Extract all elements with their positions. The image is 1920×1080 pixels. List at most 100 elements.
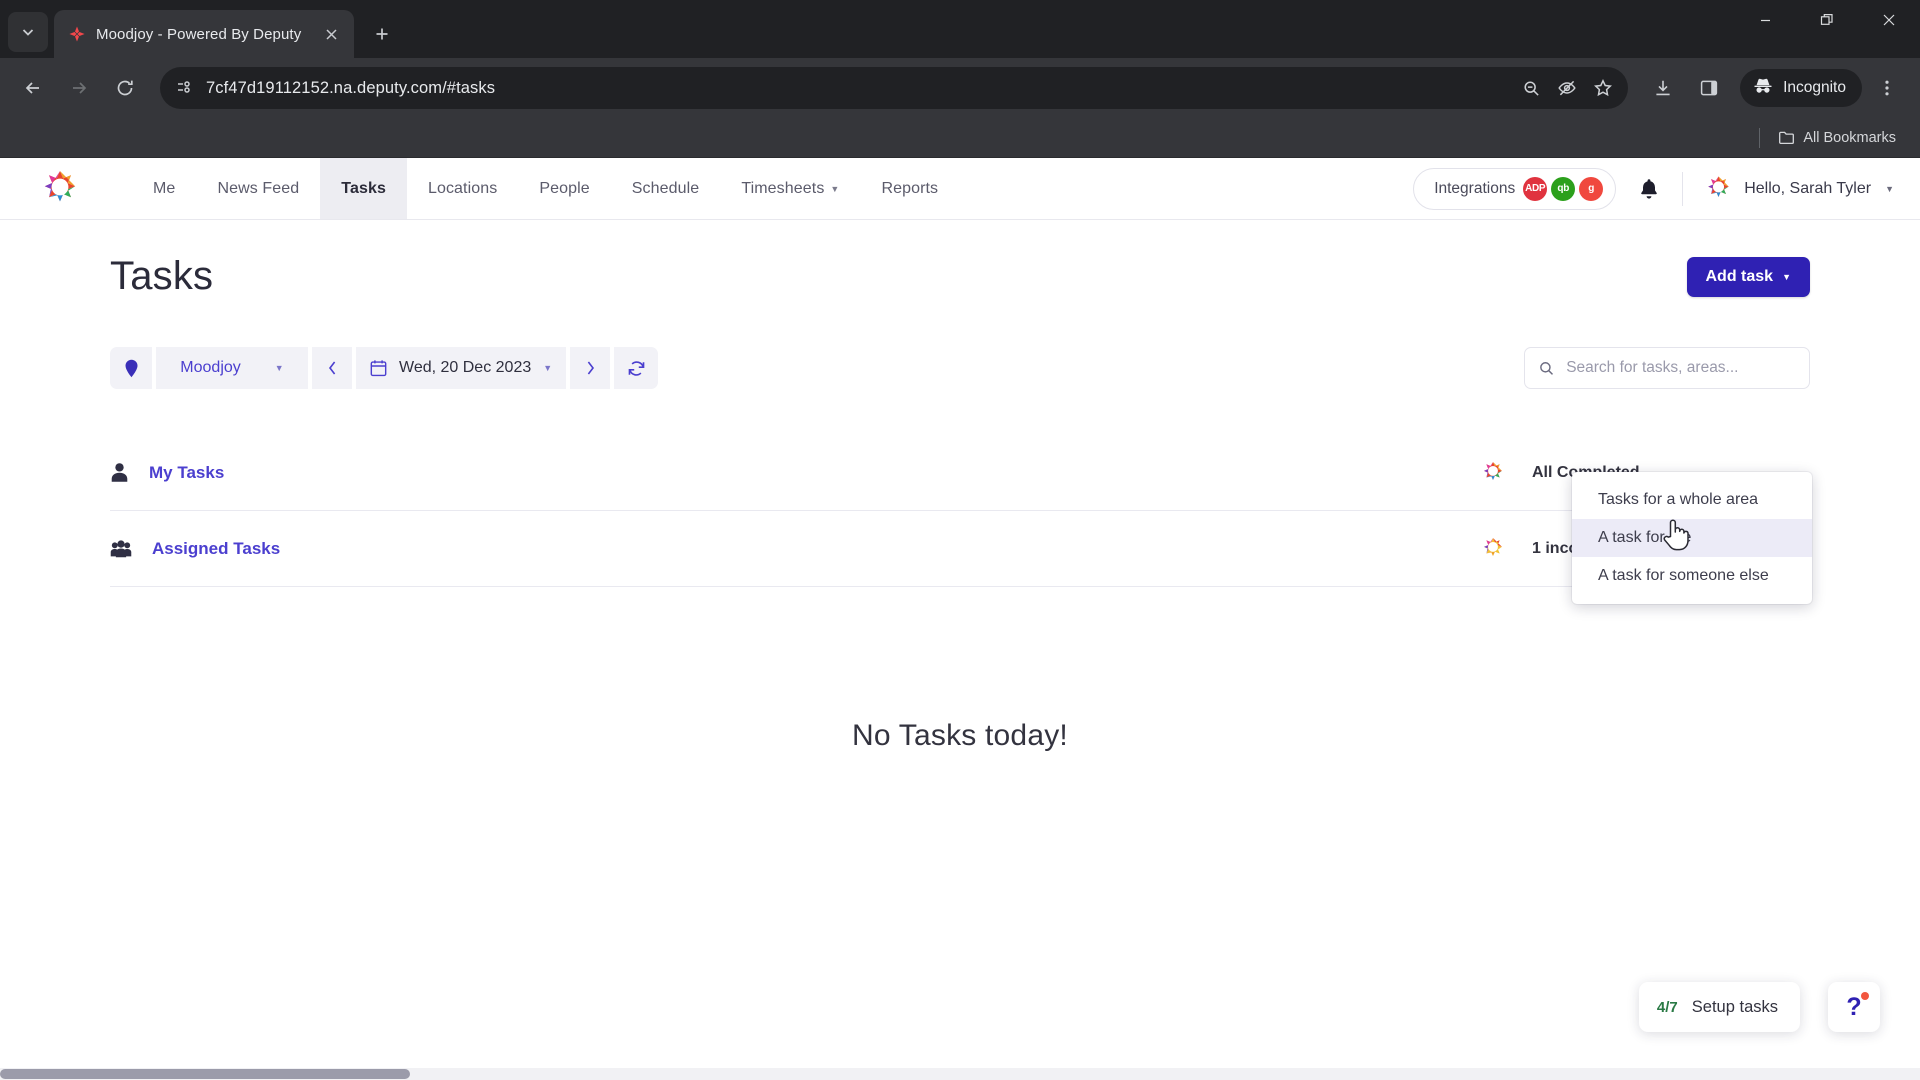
incognito-hat-icon bbox=[1752, 75, 1774, 102]
help-question-icon: ? bbox=[1846, 992, 1862, 1021]
task-group-left: Assigned Tasks bbox=[110, 539, 280, 559]
setup-tasks-count: 4/7 bbox=[1656, 998, 1678, 1016]
caret-down-icon: ▼ bbox=[830, 183, 840, 194]
browser-window: Moodjoy - Powered By Deputy 7cf47d191121… bbox=[0, 0, 1920, 1080]
restore-icon[interactable] bbox=[1796, 0, 1858, 40]
window-controls bbox=[1734, 0, 1920, 58]
tab-strip: Moodjoy - Powered By Deputy bbox=[0, 0, 1920, 58]
integrations-button[interactable]: Integrations ADP qb g bbox=[1413, 167, 1617, 210]
search-box[interactable] bbox=[1524, 347, 1810, 389]
menu-item-tasks-for-a-whole-area[interactable]: Tasks for a whole area bbox=[1572, 481, 1812, 519]
nav-item-reports[interactable]: Reports bbox=[860, 158, 959, 219]
filter-bar: Moodjoy ▼ Wed, 20 Dec 2023 ▼ Search for … bbox=[110, 347, 1810, 389]
user-avatar-star bbox=[1708, 176, 1729, 197]
calendar-icon bbox=[370, 360, 387, 377]
notifications-button[interactable] bbox=[1616, 177, 1682, 201]
nav-item-locations[interactable]: Locations bbox=[407, 158, 518, 219]
all-bookmarks-label: All Bookmarks bbox=[1803, 129, 1896, 146]
user-menu[interactable]: Hello, Sarah Tyler ▼ bbox=[1683, 175, 1894, 202]
progress-ring-complete bbox=[1484, 461, 1502, 480]
nav-item-label: Reports bbox=[881, 179, 939, 197]
nav-item-label: Tasks bbox=[341, 179, 386, 197]
setup-tasks-widget[interactable]: 4/7 Setup tasks bbox=[1638, 982, 1800, 1032]
nav-item-news-feed[interactable]: News Feed bbox=[196, 158, 320, 219]
refresh-icon bbox=[628, 360, 644, 376]
location-value: Moodjoy bbox=[180, 359, 241, 376]
window-close-icon[interactable] bbox=[1858, 0, 1920, 40]
folder-icon bbox=[1779, 131, 1795, 145]
chevron-down-icon: ▼ bbox=[1885, 183, 1894, 194]
location-select[interactable]: Moodjoy ▼ bbox=[156, 347, 308, 389]
nav-item-tasks[interactable]: Tasks bbox=[320, 158, 407, 219]
group-people-icon bbox=[110, 539, 132, 557]
back-arrow-icon[interactable] bbox=[12, 67, 54, 109]
nav-item-people[interactable]: People bbox=[518, 158, 610, 219]
search-input[interactable] bbox=[1566, 359, 1795, 377]
side-panel-icon[interactable] bbox=[1688, 67, 1730, 109]
tab-close-icon[interactable] bbox=[318, 21, 344, 47]
task-group-left: My Tasks bbox=[110, 462, 224, 483]
search-icon bbox=[1540, 361, 1554, 375]
page-viewport: Me News Feed Tasks Locations People Sche… bbox=[0, 158, 1920, 1080]
three-dot-menu-icon[interactable] bbox=[1866, 67, 1908, 109]
nav-item-timesheets[interactable]: Timesheets ▼ bbox=[720, 158, 860, 219]
browser-tab[interactable]: Moodjoy - Powered By Deputy bbox=[54, 10, 354, 58]
incognito-indicator[interactable]: Incognito bbox=[1740, 69, 1862, 107]
prev-day-button[interactable] bbox=[312, 347, 352, 389]
single-person-icon bbox=[111, 463, 128, 482]
minimize-icon[interactable] bbox=[1734, 0, 1796, 40]
reload-icon[interactable] bbox=[104, 67, 146, 109]
integrations-label: Integrations bbox=[1434, 179, 1516, 197]
page-title: Tasks bbox=[110, 254, 214, 298]
horizontal-scrollbar-track[interactable] bbox=[0, 1068, 1920, 1080]
menu-item-a-task-for-someone-else[interactable]: A task for someone else bbox=[1572, 557, 1812, 595]
user-greeting: Hello, Sarah Tyler bbox=[1744, 179, 1872, 197]
caret-down-icon: ▼ bbox=[543, 363, 553, 373]
site-settings-icon[interactable] bbox=[174, 77, 196, 99]
nav-item-label: News Feed bbox=[217, 179, 300, 197]
address-bar-url: 7cf47d19112152.na.deputy.com/#tasks bbox=[206, 78, 496, 97]
app-nav-right: Integrations ADP qb g Hello, Sarah Tyler… bbox=[1413, 158, 1920, 219]
page-header: Tasks Add task ▼ bbox=[110, 220, 1810, 299]
tab-title: Moodjoy - Powered By Deputy bbox=[96, 25, 302, 43]
address-bar[interactable]: 7cf47d19112152.na.deputy.com/#tasks bbox=[160, 67, 1629, 109]
eye-slash-icon[interactable] bbox=[1550, 71, 1584, 105]
refresh-button[interactable] bbox=[614, 347, 659, 389]
date-value: Wed, 20 Dec 2023 bbox=[399, 359, 532, 376]
new-tab-plus-icon[interactable] bbox=[364, 16, 400, 52]
app-navbar: Me News Feed Tasks Locations People Sche… bbox=[0, 158, 1920, 220]
star-icon[interactable] bbox=[1586, 71, 1620, 105]
app-nav-items: Me News Feed Tasks Locations People Sche… bbox=[132, 158, 959, 219]
integration-badges: ADP qb g bbox=[1523, 176, 1604, 201]
add-task-button[interactable]: Add task ▼ bbox=[1686, 256, 1810, 297]
gusto-icon: g bbox=[1579, 176, 1604, 201]
nav-item-label: Me bbox=[153, 179, 176, 197]
deputy-star-logo[interactable] bbox=[40, 158, 132, 219]
bell-icon bbox=[1641, 178, 1658, 199]
task-group-row-my-tasks[interactable]: My Tasks All Completed bbox=[110, 435, 1810, 511]
nav-item-label: Schedule bbox=[631, 179, 700, 197]
tab-search-chevron-icon[interactable] bbox=[8, 12, 48, 52]
location-pin-icon[interactable] bbox=[110, 347, 152, 389]
date-select[interactable]: Wed, 20 Dec 2023 ▼ bbox=[356, 347, 567, 389]
zoom-out-icon[interactable] bbox=[1514, 71, 1548, 105]
nav-item-label: Timesheets bbox=[741, 179, 825, 197]
download-icon[interactable] bbox=[1642, 67, 1684, 109]
caret-down-icon: ▼ bbox=[274, 363, 284, 373]
deputy-favicon bbox=[69, 26, 85, 42]
task-group-list: My Tasks All Completed bbox=[110, 435, 1810, 587]
nav-item-me[interactable]: Me bbox=[132, 158, 196, 219]
next-day-button[interactable] bbox=[570, 347, 611, 389]
quickbooks-icon: qb bbox=[1551, 176, 1576, 201]
nav-item-schedule[interactable]: Schedule bbox=[611, 158, 721, 219]
menu-item-a-task-for-me[interactable]: A task for me bbox=[1572, 519, 1812, 557]
horizontal-scrollbar-thumb[interactable] bbox=[0, 1069, 410, 1079]
task-group-label: Assigned Tasks bbox=[152, 538, 281, 558]
help-button[interactable]: ? bbox=[1828, 982, 1880, 1032]
browser-toolbar: 7cf47d19112152.na.deputy.com/#tasks Inco… bbox=[0, 58, 1920, 118]
all-bookmarks-button[interactable]: All Bookmarks bbox=[1770, 125, 1904, 150]
bookmarks-divider bbox=[1759, 127, 1761, 148]
chevron-down-icon: ▼ bbox=[1782, 271, 1791, 282]
task-group-row-assigned-tasks[interactable]: Assigned Tasks 1 incomplete bbox=[110, 511, 1810, 587]
task-group-label: My Tasks bbox=[149, 462, 225, 482]
